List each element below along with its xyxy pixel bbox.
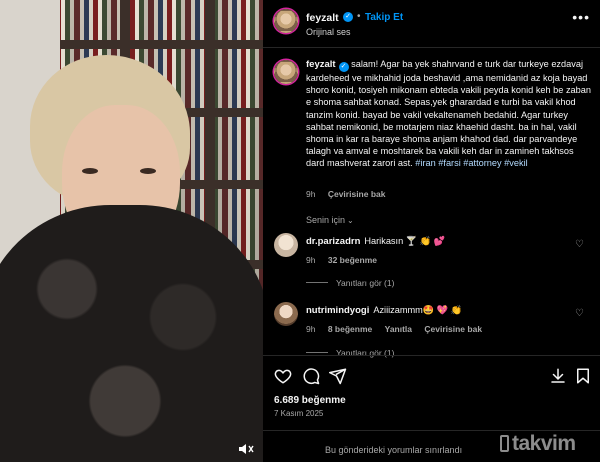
watermark-mark [500,435,509,452]
comment-body: Aziiizammm🤩 💖 👏 [373,305,463,315]
comment-icon[interactable] [302,367,320,385]
person-eye-left [82,168,98,174]
caption-text: feyzalt ✓ salam! Agar ba yek shahrvand e … [306,58,592,170]
chevron-down-icon: ⌄ [347,216,354,225]
comment-like-heart-icon[interactable]: ♡ [575,239,584,250]
translate-link[interactable]: Çevirisine bak [424,324,482,334]
bookmark-icon[interactable] [574,367,592,385]
commenter-avatar[interactable] [274,302,298,326]
person-eye-right [140,168,156,174]
verified-badge-icon: ✓ [338,62,349,72]
replies-line [306,282,328,283]
share-icon[interactable] [329,367,347,385]
caption-age: 9h [306,189,316,199]
comment-meta: 9h 32 beğenme [306,255,387,265]
view-replies-link[interactable]: Yanıtları gör (1) [306,278,394,288]
more-options-icon[interactable]: ••• [572,10,590,24]
takvim-watermark-logo: takvim [500,432,600,462]
translate-link[interactable]: Çevirisine bak [328,189,386,199]
comment-text: dr.parizadrn Harikasın 🍸 👏 💕 [306,236,445,247]
post-date: 7 Kasım 2025 [274,409,324,418]
replies-line [306,352,328,353]
volume-muted-icon[interactable] [238,442,254,456]
caption-meta: 9h Çevirisine bak [306,189,385,199]
comment-sort-dropdown[interactable]: Senin için ⌄ [306,215,354,225]
post-panel: feyzalt ✓ • Takip Et Orijinal ses ••• fe… [263,0,600,462]
fur-coat [0,205,263,462]
commenter-username[interactable]: nutrimindyogi [306,305,369,316]
author-username[interactable]: feyzalt [306,12,339,24]
reply-link[interactable]: Yanıtla [385,324,412,334]
comment-likes[interactable]: 32 beğenme [328,255,377,265]
caption-author-avatar[interactable] [274,60,298,84]
dot-separator: • [357,11,361,22]
comment-age: 9h [306,324,316,334]
verified-badge-icon: ✓ [343,12,353,22]
caption-body: salam! Agar ba yek shahrvand e turk dar … [306,59,591,169]
video-player[interactable] [0,0,263,462]
comment-likes[interactable]: 8 beğenme [328,324,372,334]
follow-button[interactable]: Takip Et [365,12,403,23]
comment-like-heart-icon[interactable]: ♡ [575,308,584,319]
comment-sort-label: Senin için [306,215,346,225]
comment-body: Harikasın 🍸 👏 💕 [364,236,446,246]
post-header: feyzalt ✓ • Takip Et Orijinal ses ••• [263,0,600,48]
view-replies-label: Yanıtları gör (1) [336,278,395,288]
comment-meta: 9h 8 beğenme Yanıtla Çevirisine bak [306,324,492,334]
watermark-text: takvim [512,432,576,455]
caption-hashtags[interactable]: #iran #farsi #attorney #vekil [415,158,527,168]
download-icon[interactable] [549,367,567,385]
commenter-username[interactable]: dr.parizadrn [306,236,360,247]
comments-restricted-notice: Bu gönderideki yorumlar sınırlandı [325,445,463,455]
comment-age: 9h [306,255,316,265]
caption-username[interactable]: feyzalt [306,59,336,70]
audio-label[interactable]: Orijinal ses [306,27,351,37]
likes-count[interactable]: 6.689 beğenme [274,395,346,406]
author-avatar[interactable] [274,9,298,33]
heart-icon[interactable] [274,367,292,385]
comment-text: nutrimindyogi Aziiizammm🤩 💖 👏 [306,305,462,316]
action-bar [263,355,600,395]
commenter-avatar[interactable] [274,233,298,257]
